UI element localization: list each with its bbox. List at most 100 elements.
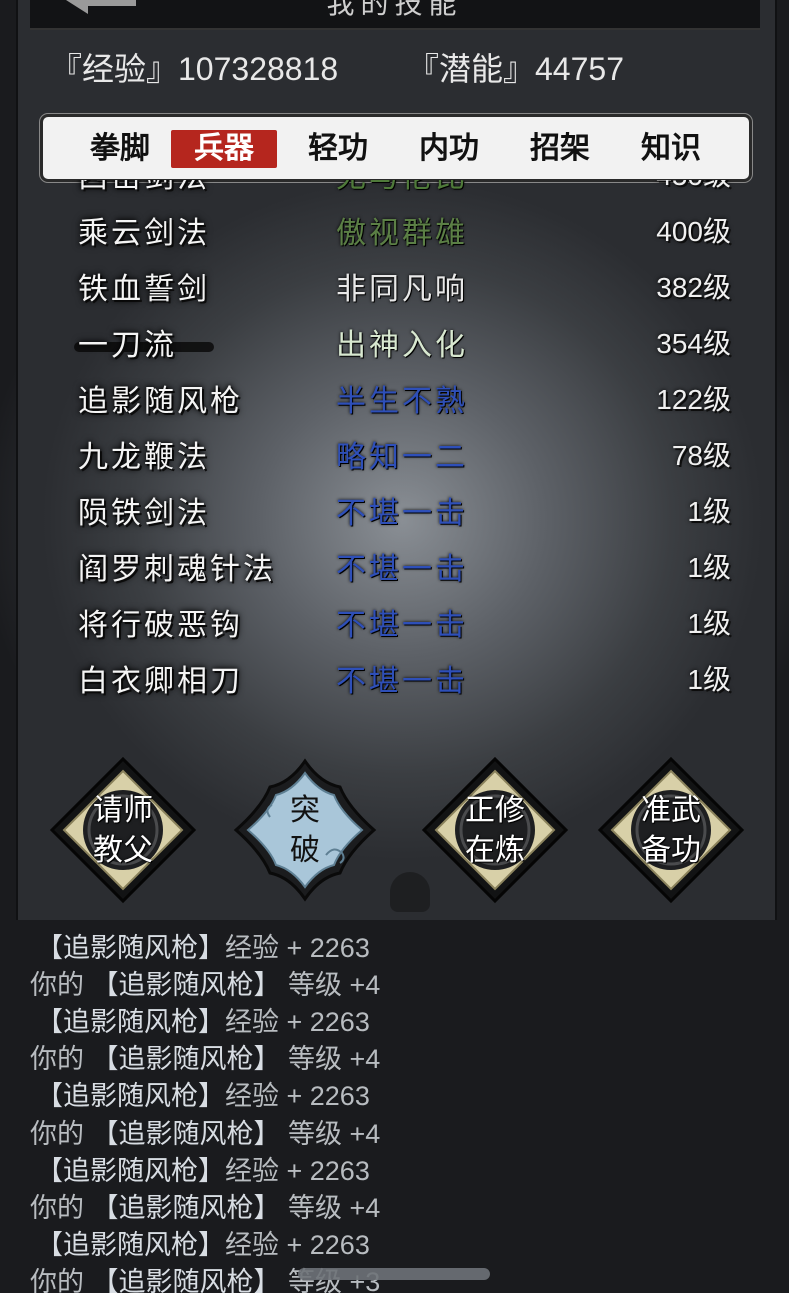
log-text: 等级 +4 bbox=[280, 1192, 381, 1223]
action-label-line2: 破 bbox=[290, 833, 320, 868]
action-label-line1: 准武 bbox=[641, 793, 701, 828]
log-line: 【追影随风枪】经验 + 2263 bbox=[36, 1149, 370, 1188]
log-text: 经验 + 2263 bbox=[225, 1229, 370, 1260]
skill-level: 400级 bbox=[656, 216, 731, 247]
log-prefix: 你的 bbox=[30, 970, 92, 1001]
skill-name: 追影随风枪 bbox=[78, 384, 243, 419]
skill-name: 将行破恶钩 bbox=[78, 608, 243, 643]
skill-rank: 略知一二 bbox=[336, 440, 468, 475]
skill-row[interactable]: 将行破恶钩 不堪一击 1级 bbox=[0, 594, 789, 650]
skill-name: 铁血誓剑 bbox=[78, 272, 210, 307]
skill-name: 乘云剑法 bbox=[78, 216, 210, 251]
silhouette-figure bbox=[390, 872, 430, 912]
skill-rank: 出神入化 bbox=[336, 328, 468, 363]
skill-name: 一刀流 bbox=[78, 328, 177, 363]
action-label-line2: 教父 bbox=[93, 833, 153, 868]
log-scrollbar[interactable] bbox=[298, 1268, 490, 1280]
tab-3[interactable]: 内功 bbox=[396, 130, 502, 168]
log-prefix: 你的 bbox=[30, 1118, 92, 1149]
message-log: 【追影随风枪】经验 + 2263 你的 【追影随风枪】 等级 +4 【追影随风枪】经… bbox=[0, 924, 789, 1293]
skill-row[interactable]: 陨铁剑法 不堪一击 1级 bbox=[0, 482, 789, 538]
log-line: 【追影随风枪】经验 + 2263 bbox=[36, 1074, 370, 1113]
potential-label: 『潜能』44757 bbox=[407, 51, 624, 87]
breakthrough-button[interactable]: 突破 bbox=[230, 755, 380, 905]
skill-name: 九龙鞭法 bbox=[78, 440, 210, 475]
skill-level: 354级 bbox=[656, 328, 731, 359]
skill-level: 78级 bbox=[671, 440, 731, 471]
log-skill: 【追影随风枪】 bbox=[91, 1118, 281, 1149]
skill-category-tabs: 拳脚 兵器 轻功 内功 招架 知识 bbox=[40, 114, 752, 182]
log-prefix: 你的 bbox=[30, 1266, 92, 1293]
prepare-skill-button[interactable]: 准武 备功 bbox=[596, 755, 746, 905]
skill-level: 1级 bbox=[687, 496, 731, 527]
skill-row[interactable]: 西岳剑法 无与伦比 450级 bbox=[0, 180, 789, 202]
skill-row[interactable]: 阎罗刺魂针法 不堪一击 1级 bbox=[0, 538, 789, 594]
skill-rank: 不堪一击 bbox=[336, 496, 468, 531]
log-skill: 【追影随风枪】 bbox=[91, 1044, 281, 1075]
action-label: 正修 在炼 bbox=[420, 791, 570, 871]
ask-master-button[interactable]: 请师 教父 bbox=[48, 755, 198, 905]
log-prefix: 你的 bbox=[30, 1192, 92, 1223]
skill-name: 白衣卿相刀 bbox=[78, 664, 243, 699]
log-skill: 【追影随风枪】 bbox=[36, 1155, 225, 1186]
log-text: 等级 +4 bbox=[280, 970, 381, 1001]
skill-row[interactable]: 追影随风枪 半生不熟 122级 bbox=[0, 370, 789, 426]
log-skill: 【追影随风枪】 bbox=[91, 1266, 281, 1293]
skill-rank: 不堪一击 bbox=[336, 664, 468, 699]
skill-name: 阎罗刺魂针法 bbox=[78, 552, 276, 587]
skill-rank: 不堪一击 bbox=[336, 552, 468, 587]
action-label-line1: 请师 bbox=[93, 793, 153, 828]
skill-row[interactable]: 乘云剑法 傲视群雄 400级 bbox=[0, 202, 789, 258]
skill-name: 西岳剑法 bbox=[78, 180, 210, 196]
skill-name: 陨铁剑法 bbox=[78, 496, 210, 531]
skill-level: 122级 bbox=[656, 384, 731, 415]
skill-rank: 不堪一击 bbox=[336, 608, 468, 643]
skill-list[interactable]: 西岳剑法 无与伦比 450级乘云剑法 傲视群雄 400级铁血誓剑 非同凡响 382级一刀流 出… bbox=[0, 180, 789, 715]
log-text: 等级 +4 bbox=[280, 1044, 381, 1075]
skill-rank: 傲视群雄 bbox=[336, 216, 468, 251]
skill-row[interactable]: 铁血誓剑 非同凡响 382级 bbox=[0, 258, 789, 314]
skill-level: 1级 bbox=[687, 664, 731, 695]
log-skill: 【追影随风枪】 bbox=[36, 1229, 225, 1260]
page-title: 我的技能 bbox=[326, 0, 463, 20]
skill-level: 450级 bbox=[656, 180, 731, 194]
action-label-line2: 在炼 bbox=[465, 833, 525, 868]
tab-1[interactable]: 兵器 bbox=[171, 130, 277, 168]
log-skill: 【追影随风枪】 bbox=[91, 970, 281, 1001]
log-line: 【追影随风枪】经验 + 2263 bbox=[36, 926, 370, 965]
log-line: 你的 【追影随风枪】 等级 +4 bbox=[30, 1112, 380, 1151]
log-line: 【追影随风枪】经验 + 2263 bbox=[36, 1223, 370, 1262]
skill-level: 1级 bbox=[687, 608, 731, 639]
tab-0[interactable]: 拳脚 bbox=[67, 130, 173, 168]
skill-row[interactable]: 一刀流 出神入化 354级 bbox=[0, 314, 789, 370]
log-line: 你的 【追影随风枪】 等级 +4 bbox=[30, 1186, 380, 1225]
training-button[interactable]: 正修 在炼 bbox=[420, 755, 570, 905]
skill-level: 1级 bbox=[687, 552, 731, 583]
log-skill: 【追影随风枪】 bbox=[91, 1192, 281, 1223]
skill-row[interactable]: 九龙鞭法 略知一二 78级 bbox=[0, 426, 789, 482]
action-label: 请师 教父 bbox=[48, 791, 198, 871]
tab-4[interactable]: 招架 bbox=[507, 130, 613, 168]
log-text: 经验 + 2263 bbox=[225, 1155, 370, 1186]
skill-rank: 非同凡响 bbox=[336, 272, 468, 307]
skill-row[interactable]: 白衣卿相刀 不堪一击 1级 bbox=[0, 650, 789, 706]
skill-level: 382级 bbox=[656, 272, 731, 303]
log-text: 等级 +4 bbox=[280, 1118, 381, 1149]
action-label-line2: 备功 bbox=[641, 833, 701, 868]
log-skill: 【追影随风枪】 bbox=[36, 1081, 225, 1112]
log-prefix: 你的 bbox=[30, 1044, 92, 1075]
action-label-line1: 突 bbox=[290, 793, 320, 828]
skill-rank: 半生不熟 bbox=[336, 384, 468, 419]
skill-rank: 无与伦比 bbox=[336, 180, 468, 196]
log-skill: 【追影随风枪】 bbox=[36, 1007, 225, 1038]
log-line: 你的 【追影随风枪】 等级 +4 bbox=[30, 1037, 380, 1076]
tab-5[interactable]: 知识 bbox=[618, 130, 724, 168]
action-label-line1: 正修 bbox=[465, 793, 525, 828]
action-label: 准武 备功 bbox=[596, 791, 746, 871]
action-label: 突破 bbox=[230, 791, 380, 871]
log-text: 经验 + 2263 bbox=[225, 1007, 370, 1038]
log-line: 【追影随风枪】经验 + 2263 bbox=[36, 1000, 370, 1039]
log-skill: 【追影随风枪】 bbox=[36, 933, 225, 963]
log-line: 你的 【追影随风枪】 等级 +4 bbox=[30, 963, 380, 1002]
tab-2[interactable]: 轻功 bbox=[285, 130, 391, 168]
